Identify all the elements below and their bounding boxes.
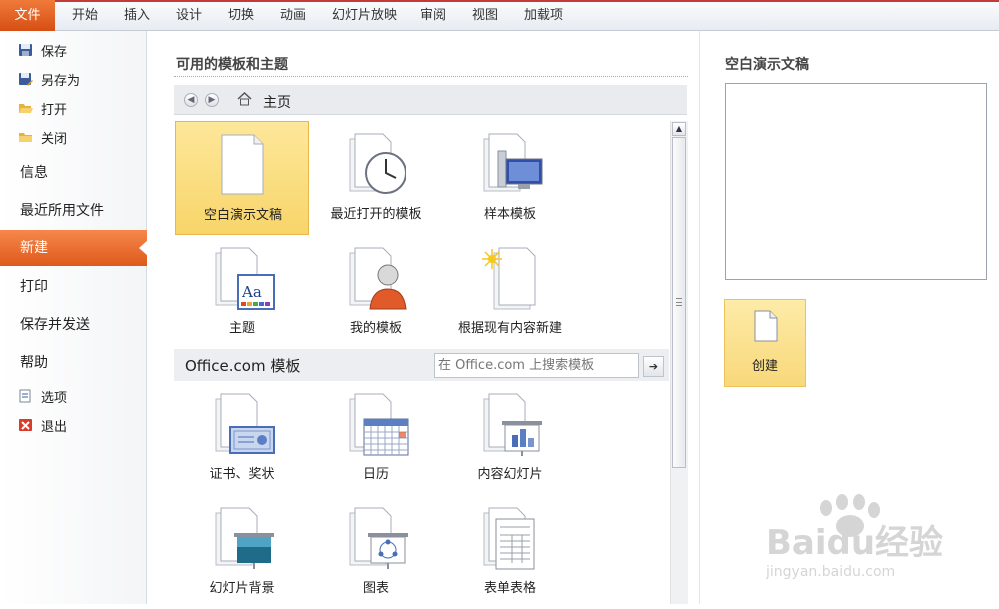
- scroll-grip-icon: [676, 298, 682, 306]
- theme-aa-icon: Aa: [215, 247, 275, 310]
- new-from-existing-icon: [482, 247, 536, 310]
- office-search-input[interactable]: [434, 353, 639, 378]
- template-label: 证书、奖状: [209, 467, 275, 482]
- clock-template-icon: [349, 133, 406, 194]
- new-item[interactable]: 新建: [0, 230, 147, 266]
- tab-design[interactable]: 设计: [176, 0, 202, 31]
- exit-icon: [18, 418, 33, 432]
- options-icon: [18, 389, 33, 403]
- template-label: 图表: [362, 581, 389, 596]
- tab-animations[interactable]: 动画: [280, 0, 306, 31]
- save-as-item[interactable]: 另存为: [18, 69, 80, 89]
- calendar-icon: [349, 393, 409, 456]
- office-templates-title: Office.com 模板: [185, 357, 301, 375]
- template-themes[interactable]: Aa 主题: [175, 235, 309, 349]
- open-item[interactable]: 打开: [18, 98, 67, 118]
- print-item[interactable]: 打印: [20, 276, 48, 296]
- template-blank-presentation[interactable]: 空白演示文稿: [175, 121, 309, 235]
- template-recent[interactable]: 最近打开的模板: [309, 121, 443, 235]
- open-label: 打开: [41, 102, 68, 118]
- template-label: 空白演示文稿: [203, 208, 282, 223]
- scroll-up-arrow-icon[interactable]: ▲: [672, 122, 686, 136]
- template-sample[interactable]: 样本模板: [443, 121, 577, 235]
- tab-review[interactable]: 审阅: [420, 0, 446, 31]
- tab-slideshow[interactable]: 幻灯片放映: [332, 0, 397, 31]
- exit-item[interactable]: 退出: [18, 415, 67, 435]
- options-label: 选项: [41, 390, 68, 406]
- person-template-icon: [349, 247, 407, 310]
- help-item[interactable]: 帮助: [20, 352, 48, 372]
- close-label: 关闭: [41, 131, 68, 147]
- form-table-icon: [483, 507, 535, 570]
- save-send-item[interactable]: 保存并发送: [20, 314, 90, 334]
- template-label: 主题: [228, 321, 255, 336]
- save-label: 保存: [41, 44, 68, 60]
- recent-item[interactable]: 最近所用文件: [20, 200, 104, 220]
- info-item[interactable]: 信息: [20, 162, 48, 182]
- home-breadcrumb[interactable]: 主页: [263, 92, 291, 112]
- create-label: 创建: [751, 359, 778, 374]
- preview-title: 空白演示文稿: [725, 57, 809, 73]
- save-as-label: 另存为: [41, 73, 81, 89]
- template-slide-backgrounds[interactable]: 幻灯片背景: [175, 495, 309, 609]
- blank-document-icon: [754, 310, 778, 342]
- template-label: 内容幻灯片: [477, 467, 543, 482]
- tab-transitions[interactable]: 切换: [228, 0, 254, 31]
- watermark-url: jingyan.baidu.com: [765, 564, 895, 580]
- search-go-arrow-icon[interactable]: ➔: [643, 356, 664, 377]
- tab-home[interactable]: 开始: [72, 0, 98, 31]
- watermark-brand: Baidu经验: [766, 523, 943, 563]
- template-label: 最近打开的模板: [330, 207, 422, 222]
- template-my-templates[interactable]: 我的模板: [309, 235, 443, 349]
- tab-view[interactable]: 视图: [472, 0, 498, 31]
- home-icon[interactable]: [237, 91, 252, 106]
- blank-document-icon: [221, 134, 264, 195]
- forward-arrow-icon[interactable]: ▶: [205, 93, 219, 107]
- close-item[interactable]: 关闭: [18, 127, 67, 147]
- save-icon: [18, 43, 33, 57]
- template-label: 幻灯片背景: [209, 581, 275, 596]
- templates-section-title: 可用的模板和主题: [176, 57, 288, 73]
- back-arrow-icon[interactable]: ◀: [184, 93, 198, 107]
- template-label: 表单表格: [483, 581, 536, 596]
- monitor-template-icon: [483, 133, 543, 192]
- tab-addins[interactable]: 加载项: [524, 0, 563, 31]
- template-certificates[interactable]: 证书、奖状: [175, 381, 309, 495]
- template-forms[interactable]: 表单表格: [443, 495, 577, 609]
- certificate-icon: [215, 393, 275, 454]
- baidu-jingyan-watermark: Baidu经验 jingyan.baidu.com: [765, 494, 943, 580]
- close-folder-icon: [18, 130, 33, 144]
- template-diagrams[interactable]: 图表: [309, 495, 443, 609]
- presentation-board-icon: [483, 393, 542, 456]
- template-from-existing[interactable]: 根据现有内容新建: [443, 235, 577, 349]
- save-as-icon: [18, 72, 33, 86]
- slide-background-icon: [215, 507, 274, 569]
- diagram-icon: [349, 507, 408, 569]
- file-tab[interactable]: 文件: [0, 0, 55, 31]
- exit-label: 退出: [41, 419, 68, 435]
- create-button[interactable]: 创建: [724, 299, 806, 387]
- template-label: 样本模板: [483, 207, 536, 222]
- preview-thumbnail: [725, 83, 987, 280]
- save-item[interactable]: 保存: [18, 40, 67, 60]
- template-label: 我的模板: [349, 321, 402, 336]
- template-content-slides[interactable]: 内容幻灯片: [443, 381, 577, 495]
- tab-insert[interactable]: 插入: [124, 0, 150, 31]
- template-label: 根据现有内容新建: [457, 321, 562, 336]
- template-label: 日历: [362, 467, 389, 482]
- template-calendars[interactable]: 日历: [309, 381, 443, 495]
- open-folder-icon: [18, 101, 33, 115]
- svg-text:Aa: Aa: [241, 283, 262, 301]
- section-divider: [174, 76, 688, 77]
- selected-pointer: [139, 240, 148, 256]
- options-item[interactable]: 选项: [18, 386, 67, 406]
